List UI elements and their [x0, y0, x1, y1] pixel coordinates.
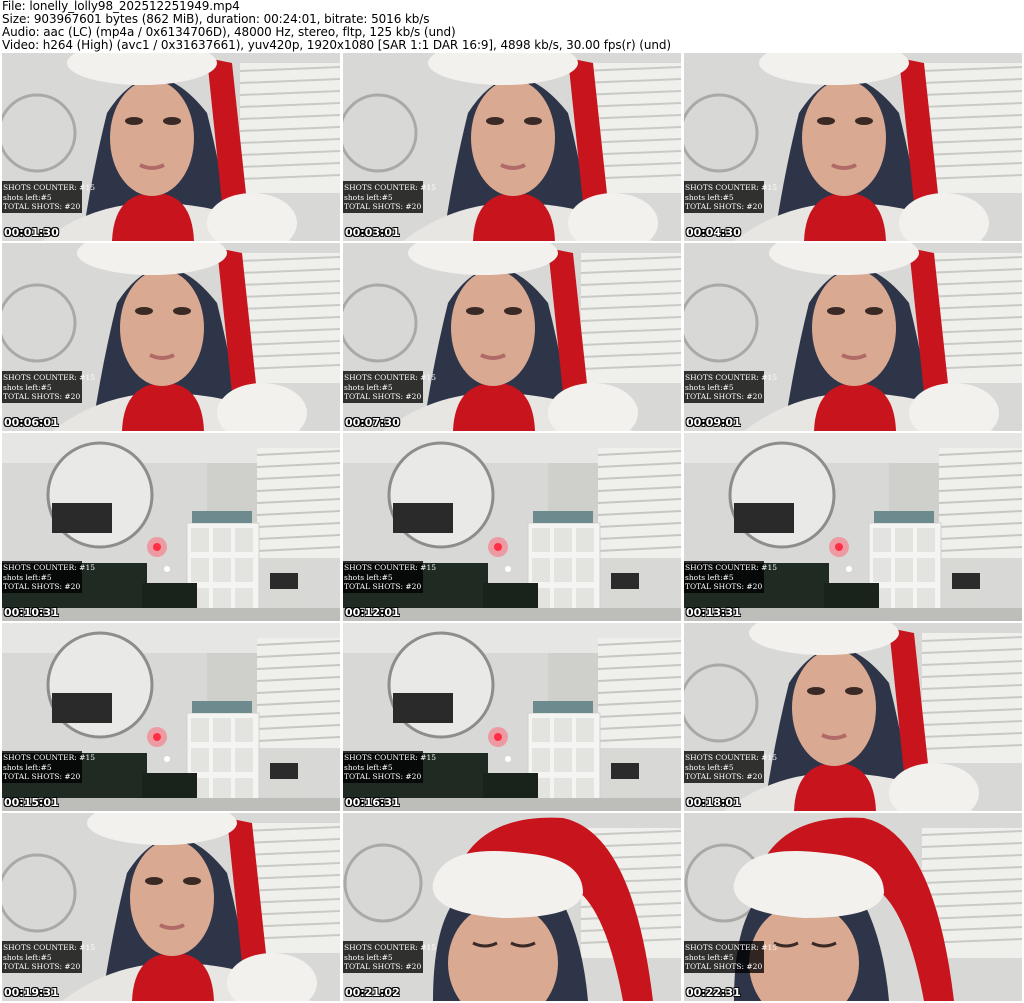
file-info-header: File: lonelly_lolly98_202512251949.mp4 S…: [2, 0, 1022, 52]
video-thumbnail: SHOTS COUNTER: #15 shots left:#5 TOTAL S…: [2, 243, 340, 431]
video-thumbnail: SHOTS COUNTER: #15 shots left:#5 TOTAL S…: [684, 813, 1022, 1001]
shots-counter-text: SHOTS COUNTER: #15: [685, 373, 777, 382]
total-shots-text: TOTAL SHOTS: #20: [344, 202, 422, 211]
video-thumbnail: SHOTS COUNTER: #15 shots left:#5 TOTAL S…: [2, 433, 340, 621]
thumbnail-timestamp: 00:18:01: [686, 796, 741, 809]
shots-left-text: shots left:#5: [3, 382, 52, 392]
total-shots-text: TOTAL SHOTS: #20: [3, 392, 81, 401]
thumbnail-timestamp: 00:16:31: [345, 796, 400, 809]
total-shots-text: TOTAL SHOTS: #20: [344, 772, 422, 781]
thumbnail-timestamp: 00:04:30: [686, 226, 741, 239]
thumbnail-timestamp: 00:19:31: [4, 986, 59, 999]
shots-counter-text: SHOTS COUNTER: #15: [685, 753, 777, 762]
shots-counter-overlay: SHOTS COUNTER: #15 shots left:#5 TOTAL S…: [684, 371, 777, 403]
shots-counter-overlay: SHOTS COUNTER: #15 shots left:#5 TOTAL S…: [2, 371, 95, 403]
total-shots-text: TOTAL SHOTS: #20: [344, 962, 422, 971]
shots-counter-overlay: SHOTS COUNTER: #15 shots left:#5 TOTAL S…: [2, 181, 95, 213]
total-shots-text: TOTAL SHOTS: #20: [685, 392, 763, 401]
shots-counter-text: SHOTS COUNTER: #15: [3, 373, 95, 382]
shots-left-text: shots left:#5: [685, 572, 734, 582]
total-shots-text: TOTAL SHOTS: #20: [3, 962, 81, 971]
total-shots-text: TOTAL SHOTS: #20: [685, 202, 763, 211]
video-thumbnail: SHOTS COUNTER: #15 shots left:#5 TOTAL S…: [343, 53, 681, 241]
shots-counter-text: SHOTS COUNTER: #15: [3, 943, 95, 952]
shots-counter-text: SHOTS COUNTER: #15: [344, 943, 436, 952]
video-thumbnail: SHOTS COUNTER: #15 shots left:#5 TOTAL S…: [343, 243, 681, 431]
total-shots-text: TOTAL SHOTS: #20: [685, 962, 763, 971]
shots-left-text: shots left:#5: [344, 952, 393, 962]
video-thumbnail: SHOTS COUNTER: #15 shots left:#5 TOTAL S…: [2, 53, 340, 241]
video-thumbnail: SHOTS COUNTER: #15 shots left:#5 TOTAL S…: [2, 623, 340, 811]
shots-counter-overlay: SHOTS COUNTER: #15 shots left:#5 TOTAL S…: [684, 181, 777, 213]
total-shots-text: TOTAL SHOTS: #20: [685, 582, 763, 591]
shots-counter-text: SHOTS COUNTER: #15: [344, 563, 436, 572]
video-thumbnail: SHOTS COUNTER: #15 shots left:#5 TOTAL S…: [684, 53, 1022, 241]
thumbnail-timestamp: 00:21:02: [345, 986, 400, 999]
shots-left-text: shots left:#5: [3, 192, 52, 202]
shots-counter-text: SHOTS COUNTER: #15: [344, 373, 436, 382]
shots-left-text: shots left:#5: [344, 382, 393, 392]
shots-counter-text: SHOTS COUNTER: #15: [3, 563, 95, 572]
shots-counter-text: SHOTS COUNTER: #15: [3, 183, 95, 192]
shots-left-text: shots left:#5: [685, 382, 734, 392]
shots-counter-text: SHOTS COUNTER: #15: [3, 753, 95, 762]
shots-counter-overlay: SHOTS COUNTER: #15 shots left:#5 TOTAL S…: [2, 561, 95, 593]
shots-counter-text: SHOTS COUNTER: #15: [685, 943, 777, 952]
total-shots-text: TOTAL SHOTS: #20: [685, 772, 763, 781]
thumbnail-timestamp: 00:10:31: [4, 606, 59, 619]
thumbnail-timestamp: 00:13:31: [686, 606, 741, 619]
shots-counter-overlay: SHOTS COUNTER: #15 shots left:#5 TOTAL S…: [343, 181, 436, 213]
total-shots-text: TOTAL SHOTS: #20: [3, 772, 81, 781]
shots-counter-overlay: SHOTS COUNTER: #15 shots left:#5 TOTAL S…: [684, 941, 777, 973]
video-thumbnail: SHOTS COUNTER: #15 shots left:#5 TOTAL S…: [343, 433, 681, 621]
thumbnail-timestamp: 00:12:01: [345, 606, 400, 619]
shots-counter-overlay: SHOTS COUNTER: #15 shots left:#5 TOTAL S…: [343, 371, 436, 403]
shots-left-text: shots left:#5: [685, 952, 734, 962]
video-info-line: Video: h264 (High) (avc1 / 0x31637661), …: [2, 38, 671, 52]
thumbnail-timestamp: 00:15:01: [4, 796, 59, 809]
shots-counter-text: SHOTS COUNTER: #15: [685, 183, 777, 192]
shots-counter-overlay: SHOTS COUNTER: #15 shots left:#5 TOTAL S…: [684, 561, 777, 593]
shots-left-text: shots left:#5: [3, 952, 52, 962]
video-thumbnail: SHOTS COUNTER: #15 shots left:#5 TOTAL S…: [343, 623, 681, 811]
video-thumbnail: SHOTS COUNTER: #15 shots left:#5 TOTAL S…: [2, 813, 340, 1001]
total-shots-text: TOTAL SHOTS: #20: [3, 202, 81, 211]
shots-left-text: shots left:#5: [344, 192, 393, 202]
thumbnail-timestamp: 00:06:01: [4, 416, 59, 429]
thumbnail-timestamp: 00:03:01: [345, 226, 400, 239]
total-shots-text: TOTAL SHOTS: #20: [3, 582, 81, 591]
shots-counter-overlay: SHOTS COUNTER: #15 shots left:#5 TOTAL S…: [684, 751, 777, 783]
thumbnail-grid: SHOTS COUNTER: #15 shots left:#5 TOTAL S…: [2, 53, 1022, 1003]
shots-counter-overlay: SHOTS COUNTER: #15 shots left:#5 TOTAL S…: [2, 751, 95, 783]
video-thumbnail: SHOTS COUNTER: #15 shots left:#5 TOTAL S…: [684, 623, 1022, 811]
shots-counter-text: SHOTS COUNTER: #15: [685, 563, 777, 572]
shots-left-text: shots left:#5: [685, 192, 734, 202]
shots-left-text: shots left:#5: [344, 572, 393, 582]
shots-left-text: shots left:#5: [3, 762, 52, 772]
shots-left-text: shots left:#5: [344, 762, 393, 772]
video-thumbnail: SHOTS COUNTER: #15 shots left:#5 TOTAL S…: [684, 433, 1022, 621]
thumbnail-timestamp: 00:07:30: [345, 416, 400, 429]
shots-counter-overlay: SHOTS COUNTER: #15 shots left:#5 TOTAL S…: [2, 941, 95, 973]
shots-counter-overlay: SHOTS COUNTER: #15 shots left:#5 TOTAL S…: [343, 941, 436, 973]
shots-counter-text: SHOTS COUNTER: #15: [344, 183, 436, 192]
shots-left-text: shots left:#5: [3, 572, 52, 582]
shots-left-text: shots left:#5: [685, 762, 734, 772]
thumbnail-timestamp: 00:09:01: [686, 416, 741, 429]
shots-counter-text: SHOTS COUNTER: #15: [344, 753, 436, 762]
total-shots-text: TOTAL SHOTS: #20: [344, 392, 422, 401]
thumbnail-timestamp: 00:22:31: [686, 986, 741, 999]
shots-counter-overlay: SHOTS COUNTER: #15 shots left:#5 TOTAL S…: [343, 751, 436, 783]
thumbnail-timestamp: 00:01:30: [4, 226, 59, 239]
video-thumbnail: SHOTS COUNTER: #15 shots left:#5 TOTAL S…: [343, 813, 681, 1001]
shots-counter-overlay: SHOTS COUNTER: #15 shots left:#5 TOTAL S…: [343, 561, 436, 593]
video-thumbnail: SHOTS COUNTER: #15 shots left:#5 TOTAL S…: [684, 243, 1022, 431]
total-shots-text: TOTAL SHOTS: #20: [344, 582, 422, 591]
